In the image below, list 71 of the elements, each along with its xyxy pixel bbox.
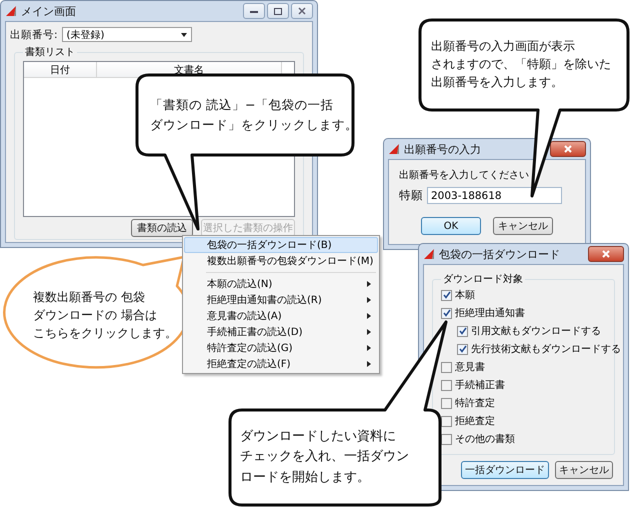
number-dropdown[interactable]: (未登録) <box>62 27 192 42</box>
menu-item[interactable]: 包袋の一括ダウンロード(B) <box>184 237 378 253</box>
callout-text: こちらをクリックします。 <box>33 327 177 341</box>
checkbox[interactable] <box>441 308 452 318</box>
close-icon <box>564 145 572 153</box>
dropdown-arrow-icon <box>180 32 187 36</box>
window-title: メイン画面 <box>21 4 76 18</box>
callout-text: ダウンロードしたい資料に <box>240 430 396 444</box>
checkbox-label: 先行技術文献もダウンロードする <box>471 342 621 356</box>
callout-text: 「書類の 読込」−「包袋の一括 <box>150 98 334 112</box>
check-icon <box>442 309 450 317</box>
dialog-button[interactable]: 一括ダウンロード <box>461 461 549 479</box>
close-button[interactable] <box>550 141 586 157</box>
number-input[interactable]: 2003-188618 <box>427 187 562 204</box>
checkbox[interactable] <box>441 380 452 390</box>
close-button[interactable] <box>291 3 313 19</box>
menu-item[interactable]: 拒絶査定の読込(F) <box>184 356 378 372</box>
menu-item[interactable]: 複数出願番号の包袋ダウンロード(M) <box>184 253 378 269</box>
checkbox-label: 意見書 <box>455 360 485 374</box>
checkbox-label: 拒絶理由通知書 <box>455 306 525 320</box>
close-button[interactable] <box>588 246 624 262</box>
close-icon <box>298 7 306 15</box>
checkbox-label: 手続補正書 <box>455 378 505 392</box>
maximize-button[interactable] <box>267 3 289 19</box>
checkbox-label: 特許査定 <box>455 396 495 410</box>
app-icon <box>388 143 400 155</box>
checkbox[interactable] <box>441 416 452 426</box>
callout-text: されますので、「特願」を除いた <box>431 58 611 72</box>
checkbox-label: 引用文献もダウンロードする <box>471 324 601 338</box>
dialog-button[interactable]: キャンセル <box>493 217 553 235</box>
menu-item[interactable]: 本願の読込(N) <box>184 276 378 292</box>
maximize-icon <box>274 8 282 14</box>
menu-item[interactable]: 拒絶理由通知書の読込(R) <box>184 292 378 308</box>
callout-text: ダウンロード」をクリックします。 <box>150 118 358 132</box>
menu-item[interactable]: 特許査定の読込(G) <box>184 340 378 356</box>
checkbox-label: その他の書類 <box>455 432 515 446</box>
menu-item[interactable]: 意見書の読込(A) <box>184 308 378 324</box>
check-icon <box>442 291 450 299</box>
app-icon <box>5 5 17 17</box>
callout-text: 複数出願番号の 包袋 <box>33 291 145 304</box>
callout-text: 出願番号を入力します。 <box>431 76 563 90</box>
checkbox[interactable] <box>441 434 452 444</box>
checkbox[interactable] <box>441 398 452 408</box>
callout-text: ダウンロードの 場合は <box>33 309 157 322</box>
menu-item[interactable]: 手続補正書の読込(D) <box>184 324 378 340</box>
dialog-button[interactable]: キャンセル <box>555 461 613 479</box>
checkbox-label: 本願 <box>455 288 475 302</box>
window-title: 出願番号の入力 <box>404 142 481 156</box>
window-title: 包袋の一括ダウンロード <box>439 246 560 262</box>
callout-text: チェックを入れ、一括ダウン <box>240 450 409 465</box>
minimize-button[interactable] <box>243 3 265 19</box>
minimize-icon <box>250 10 258 12</box>
callout-text: 出願番号の入力画面が表示 <box>431 40 575 54</box>
checkbox[interactable] <box>441 290 452 300</box>
app-icon <box>423 248 435 260</box>
checkbox[interactable] <box>457 326 468 336</box>
field-label: 出願番号: <box>10 28 58 42</box>
group-label: ダウンロード対象 <box>441 272 525 286</box>
callout-text: ロードを開始します。 <box>240 470 370 485</box>
group-label: 書類リスト <box>23 45 77 59</box>
checkbox[interactable] <box>457 344 468 354</box>
close-icon <box>602 250 610 258</box>
checkbox[interactable] <box>441 362 452 372</box>
check-icon <box>458 345 466 353</box>
check-icon <box>458 327 466 335</box>
field-label: 特願 <box>399 188 423 203</box>
dialog-button[interactable]: OK <box>421 217 481 235</box>
checkbox-label: 拒絶査定 <box>455 414 495 428</box>
action-button[interactable]: 書類の読込 <box>131 219 193 237</box>
column-header[interactable]: 日付 <box>24 62 97 78</box>
prompt-text: 出願番号を入力してください <box>399 168 530 182</box>
